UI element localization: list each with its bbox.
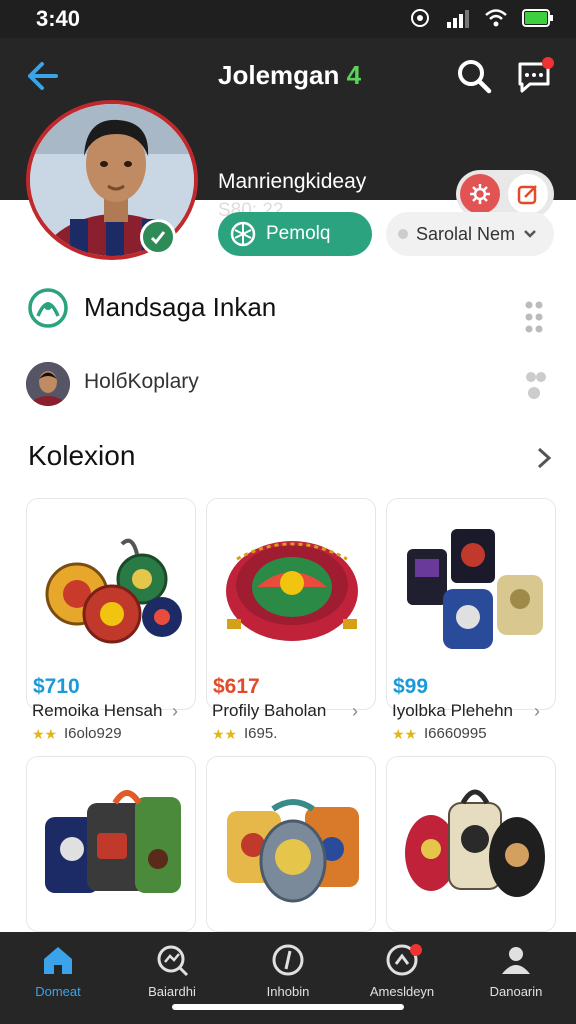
settings-gear-icon[interactable] [460,174,500,214]
product-name: Iyolbka Plehehn [392,701,513,720]
header-toggle[interactable] [456,170,554,218]
product-rating-count: I695. [244,725,278,742]
product-image [207,499,375,667]
product-card[interactable]: $617 [206,498,376,710]
info-row-secondary-label: HolбKoplary [84,370,199,393]
product-name: Remoika Hensah [32,701,163,720]
product-card[interactable] [206,756,376,932]
product-card[interactable]: $99 [386,498,556,710]
chevron-right-icon[interactable]: › [534,701,540,722]
follow-button[interactable]: Pemolq [218,212,372,256]
product-image [27,499,195,667]
verified-check-icon [140,219,176,255]
team-logo-icon [28,288,68,328]
product-image [27,757,195,925]
title-text: Jolemgan [218,60,340,90]
product-image [207,757,375,925]
more-options-icon[interactable] [524,300,544,340]
title-count: 4 [346,60,362,90]
product-image [387,757,555,925]
product-rating-count: I6660995 [424,725,487,742]
section-title: Kolexion [28,440,136,471]
page-title: Jolemgan 4 [218,60,361,91]
chevron-down-icon [524,230,536,238]
nav-profile-label: Danoarin [489,984,543,999]
home-icon [44,947,72,974]
product-card[interactable] [26,756,196,932]
vpn-icon [411,9,429,27]
compass-icon [230,221,256,247]
nav-profile[interactable]: Danoarin [466,942,566,1008]
product-price: $617 [213,675,260,698]
info-row-secondary[interactable]: HolбKoplary [26,360,550,408]
user-name: Manriengkideay [218,170,367,193]
nav-messages[interactable]: Amesldeyn [352,942,452,1008]
reorder-icon[interactable] [524,370,550,404]
mini-avatar [26,362,70,406]
nav-messages-label: Amesldeyn [369,984,435,999]
status-icons [408,7,554,29]
nav-home-label: Domeat [35,984,81,999]
home-indicator[interactable] [172,1004,404,1010]
nav-explore[interactable]: Inhobin [238,942,338,1008]
chevron-right-icon[interactable] [532,444,556,472]
product-card[interactable]: $710 [26,498,196,710]
battery-icon [522,9,553,27]
rating-stars-icon: ★★ [212,726,238,742]
product-price: $710 [33,675,80,698]
bottom-navigation: Domeat Baiardhi Inhobin Amesldeyn Danoar… [0,932,576,1024]
product-name: Profily Baholan [212,701,327,720]
product-rating-count: I6olo929 [64,725,122,742]
compass-icon [272,944,304,976]
edit-icon[interactable] [508,174,548,214]
follow-button-label: Pemolq [266,223,331,244]
dropdown-dot-icon [398,229,408,239]
product-card[interactable] [386,756,556,932]
notification-badge [410,944,422,956]
nav-explore-label: Inhobin [266,984,310,999]
message-icon[interactable] [514,56,554,96]
info-row-primary-label: Mandsaga Inkan [84,292,277,322]
chevron-right-icon[interactable]: › [352,701,358,722]
nav-search[interactable]: Baiardhi [122,942,222,1008]
rating-stars-icon: ★★ [32,726,58,742]
sort-dropdown-label: Sarolal Nem [416,223,516,244]
status-bar: 3:40 [0,0,576,38]
status-time: 3:40 [36,6,81,31]
info-row-primary[interactable]: Mandsaga Inkan [26,286,550,333]
product-image [387,499,555,667]
chevron-right-icon[interactable]: › [172,701,178,722]
person-icon [502,947,530,974]
back-arrow-icon[interactable] [22,58,62,94]
nav-search-label: Baiardhi [148,984,196,999]
rating-stars-icon: ★★ [392,726,418,742]
wifi-icon [485,9,507,27]
sort-dropdown[interactable]: Sarolal Nem [386,212,554,256]
search-icon[interactable] [454,56,494,96]
search-icon [157,945,189,977]
product-price: $99 [393,675,429,698]
nav-home[interactable]: Domeat [8,942,108,1008]
signal-icon [447,10,469,28]
